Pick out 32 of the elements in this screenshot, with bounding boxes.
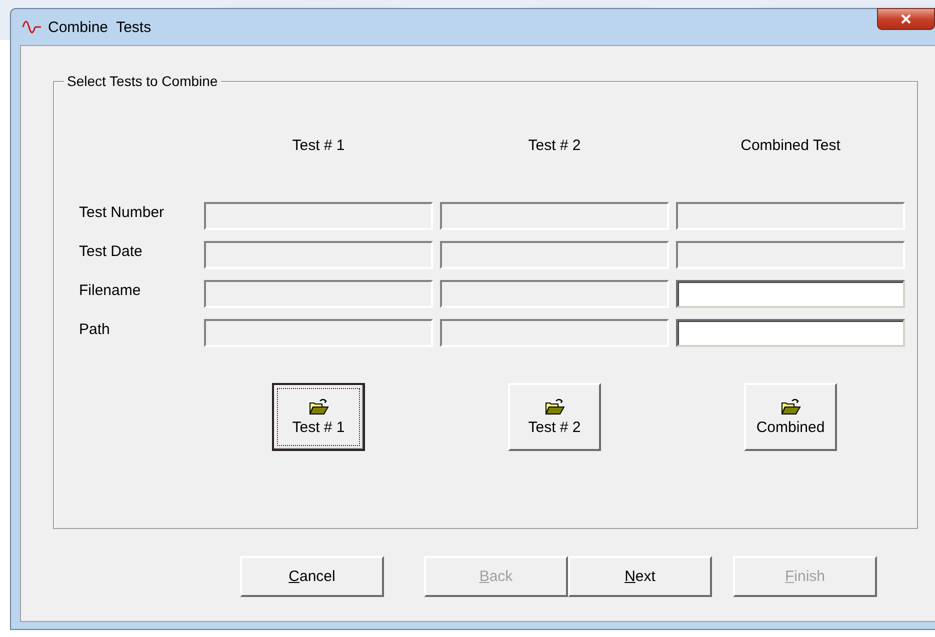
folder-icon (780, 398, 800, 415)
input-field[interactable] (440, 241, 669, 269)
column-header: Test # 2 (528, 137, 581, 154)
sine-wave-icon (22, 20, 42, 34)
input-field[interactable] (204, 319, 433, 347)
column-header: Combined Test (740, 137, 840, 154)
input-field[interactable] (440, 319, 669, 347)
open-button[interactable]: Combined (744, 383, 837, 451)
input-field[interactable] (440, 280, 669, 308)
cancel-button[interactable]: Cancel (240, 556, 384, 597)
input-field[interactable] (440, 202, 669, 230)
close-icon (900, 14, 912, 24)
field-label: Path (79, 320, 111, 338)
input-field[interactable] (676, 202, 905, 230)
folder-icon (308, 398, 328, 415)
folder-icon (544, 398, 564, 415)
close-button[interactable] (877, 8, 935, 30)
column-header: Test # 1 (292, 137, 345, 154)
input-field[interactable] (204, 280, 433, 308)
input-field[interactable] (676, 241, 905, 269)
open-button[interactable]: Test # 2 (508, 383, 601, 451)
input-field[interactable] (676, 319, 905, 347)
input-field[interactable] (204, 241, 433, 269)
group-title: Select Tests to Combine (64, 73, 221, 89)
input-field[interactable] (676, 280, 905, 308)
next-button[interactable]: Next (568, 556, 712, 597)
field-label: Filename (79, 281, 142, 299)
window-title: Combine Tests (48, 18, 152, 36)
input-field[interactable] (204, 202, 433, 230)
field-label: Test Number (79, 203, 166, 221)
field-label: Test Date (79, 242, 144, 260)
open-button[interactable]: Test # 1 (272, 383, 365, 451)
